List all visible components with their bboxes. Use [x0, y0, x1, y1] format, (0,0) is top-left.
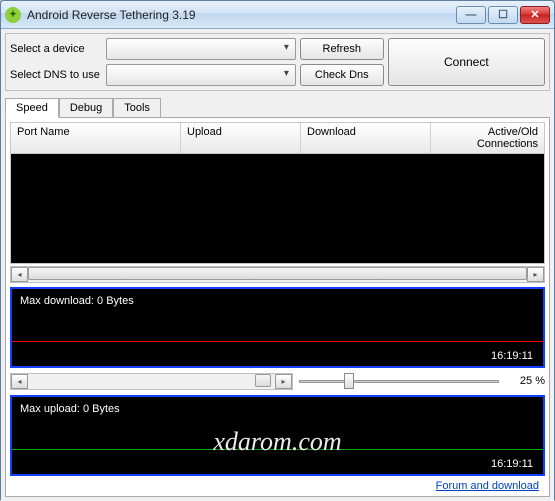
upload-chart: Max upload: 0 Bytes xdarom.com 16:19:11 — [10, 395, 545, 476]
titlebar[interactable]: ✦ Android Reverse Tethering 3.19 — ☐ ✕ — [1, 1, 554, 29]
forum-link[interactable]: Forum and download — [436, 480, 539, 492]
tab-tools[interactable]: Tools — [113, 98, 161, 118]
scroll-left-icon[interactable]: ◂ — [11, 267, 28, 282]
scroll-thumb[interactable] — [28, 267, 527, 280]
slider-track[interactable] — [299, 380, 499, 383]
download-chart-timestamp: 16:19:11 — [491, 350, 533, 362]
zoom-slider[interactable] — [299, 380, 499, 383]
mid-scroll-left-icon[interactable]: ◂ — [11, 374, 28, 389]
upload-chart-line — [12, 449, 543, 450]
maximize-button[interactable]: ☐ — [488, 6, 518, 24]
download-chart-line — [12, 341, 543, 342]
footer: Forum and download — [10, 476, 545, 492]
close-button[interactable]: ✕ — [520, 6, 550, 24]
client-area: Select a device Select DNS to use Refres… — [1, 29, 554, 501]
upload-chart-timestamp: 16:19:11 — [491, 458, 533, 470]
app-window: ✦ Android Reverse Tethering 3.19 — ☐ ✕ S… — [0, 0, 555, 500]
mid-scroll-thumb[interactable] — [255, 374, 271, 387]
tab-strip: Speed Debug Tools — [5, 97, 550, 117]
col-port-name[interactable]: Port Name — [11, 123, 181, 153]
connect-button[interactable]: Connect — [388, 38, 545, 86]
scroll-right-icon[interactable]: ▸ — [527, 267, 544, 282]
tab-debug[interactable]: Debug — [59, 98, 113, 118]
refresh-button[interactable]: Refresh — [300, 38, 384, 60]
col-upload[interactable]: Upload — [181, 123, 301, 153]
scroll-track[interactable] — [28, 267, 527, 282]
list-hscroll[interactable]: ◂ ▸ — [10, 266, 545, 283]
tab-panel-speed: Port Name Upload Download Active/Old Con… — [5, 117, 550, 497]
zoom-percent: 25 % — [505, 375, 545, 387]
device-label: Select a device — [10, 43, 100, 55]
slider-thumb[interactable] — [344, 373, 354, 389]
col-download[interactable]: Download — [301, 123, 431, 153]
window-title: Android Reverse Tethering 3.19 — [27, 8, 456, 22]
mid-scroll-track[interactable] — [28, 374, 275, 389]
mid-scroll-right-icon[interactable]: ▸ — [275, 374, 292, 389]
tab-speed[interactable]: Speed — [5, 98, 59, 118]
app-icon: ✦ — [5, 7, 21, 23]
col-active-old[interactable]: Active/Old Connections — [431, 123, 544, 153]
watermark-text: xdarom.com — [213, 427, 341, 457]
download-chart-label: Max download: 0 Bytes — [20, 295, 134, 307]
dns-dropdown[interactable] — [106, 64, 296, 86]
device-dropdown[interactable] — [106, 38, 296, 60]
list-header: Port Name Upload Download Active/Old Con… — [10, 122, 545, 154]
minimize-button[interactable]: — — [456, 6, 486, 24]
connections-list — [10, 154, 545, 264]
dns-label: Select DNS to use — [10, 69, 100, 81]
action-buttons-col: Refresh Check Dns — [300, 38, 384, 86]
window-controls: — ☐ ✕ — [456, 6, 550, 24]
selectors-grid: Select a device Select DNS to use — [10, 38, 296, 86]
upload-chart-label: Max upload: 0 Bytes — [20, 403, 120, 415]
download-chart: Max download: 0 Bytes 16:19:11 — [10, 287, 545, 368]
check-dns-button[interactable]: Check Dns — [300, 64, 384, 86]
connection-panel: Select a device Select DNS to use Refres… — [5, 33, 550, 91]
mid-hscroll[interactable]: ◂ ▸ — [10, 373, 293, 390]
mid-controls: ◂ ▸ 25 % — [10, 372, 545, 390]
